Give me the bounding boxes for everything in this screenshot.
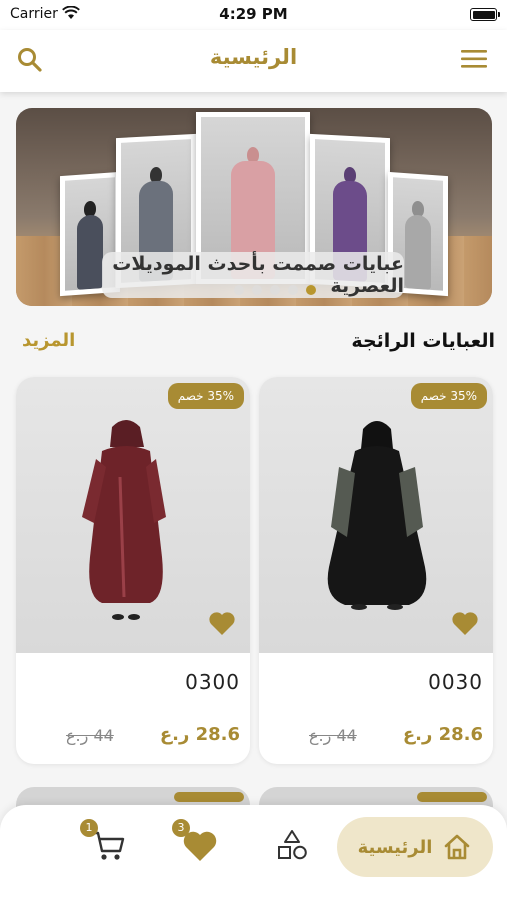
more-link[interactable]: المزيد (22, 330, 75, 351)
home-icon (445, 834, 470, 860)
product-card-peek[interactable] (16, 787, 250, 807)
heart-icon[interactable] (451, 610, 479, 636)
carousel-dot[interactable] (252, 285, 262, 295)
product-card[interactable]: 35% خصم 0030 28.6 ر.ع 44 ر.ع (259, 377, 493, 764)
promo-banner[interactable]: عبايات صممت بأحدث الموديلات العصرية (16, 108, 492, 306)
page-title: الرئيسية (209, 45, 298, 69)
carousel-dot[interactable] (288, 285, 298, 295)
product-old-price: 44 ر.ع (66, 726, 114, 745)
product-old-price: 44 ر.ع (309, 726, 357, 745)
status-time: 4:29 PM (219, 5, 288, 23)
nav-favorites-tab[interactable]: 3 (172, 819, 220, 865)
shapes-icon (278, 830, 307, 860)
status-bar: Carrier 4:29 PM (0, 0, 507, 30)
discount-badge-peek (417, 792, 487, 802)
nav-home-tab[interactable]: الرئيسية (337, 817, 493, 877)
product-card-peek[interactable] (259, 787, 493, 807)
product-price: 28.6 ر.ع (159, 724, 240, 745)
heart-icon[interactable] (208, 610, 236, 636)
product-name: 0030 (428, 670, 483, 694)
product-price: 28.6 ر.ع (402, 724, 483, 745)
hamburger-menu-icon[interactable] (461, 48, 487, 70)
carousel-dots[interactable] (234, 285, 316, 295)
product-name: 0300 (185, 670, 240, 694)
battery-icon (470, 8, 500, 21)
carousel-dot[interactable] (234, 285, 244, 295)
app-header: الرئيسية (0, 30, 507, 92)
carousel-dot[interactable] (270, 285, 280, 295)
product-image: 35% خصم (259, 377, 493, 653)
section-title: العبايات الرائجة (351, 330, 495, 352)
discount-badge: 35% خصم (167, 383, 244, 409)
discount-badge-peek (174, 792, 244, 802)
discount-badge: 35% خصم (410, 383, 487, 409)
carousel-dot-active[interactable] (306, 285, 316, 295)
nav-home-label: الرئيسية (357, 836, 433, 858)
product-image: 35% خصم (16, 377, 250, 653)
cart-count-badge: 1 (80, 819, 98, 837)
nav-categories-tab[interactable] (272, 825, 312, 865)
favorites-count-badge: 3 (172, 819, 190, 837)
nav-cart-tab[interactable]: 1 (80, 819, 128, 865)
bottom-navigation: الرئيسية 3 1 (0, 805, 507, 900)
product-card[interactable]: 35% خصم 0300 28.6 ر.ع 44 ر.ع (16, 377, 250, 764)
